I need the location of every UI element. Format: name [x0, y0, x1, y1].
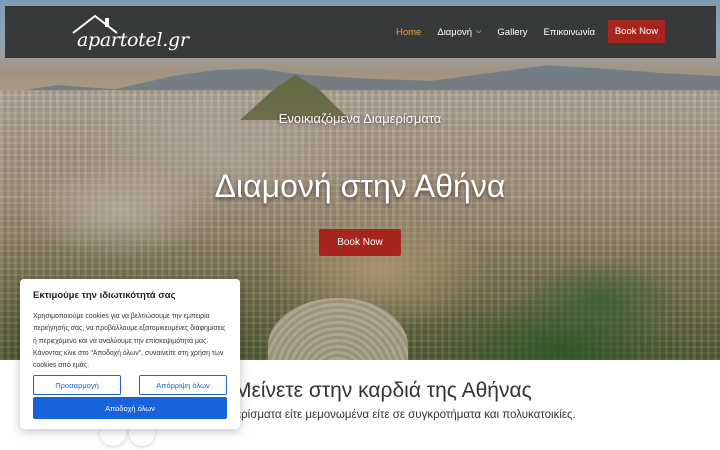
hero-title: Διαμονή στην Αθήνα [214, 168, 506, 204]
site-logo[interactable]: apartotel.gr [71, 13, 189, 53]
nav-item-stay[interactable]: Διαμονή ⌵ [437, 27, 481, 38]
cookie-consent-panel: Εκτιμούμε την ιδιωτικότητά σας Χρησιμοπο… [20, 279, 240, 429]
cookie-accept-all-button[interactable]: Αποδοχή όλων [33, 397, 227, 419]
nav-item-label: Διαμονή [437, 26, 473, 38]
cookie-customize-button[interactable]: Προσαρμογή [33, 375, 121, 395]
nav-item-label: Επικοινωνία [543, 26, 596, 38]
cookie-button-row: Προσαρμογή Απόρριψη όλων [33, 375, 227, 395]
chevron-down-icon: ⌵ [476, 28, 482, 35]
nav-item-label: Home [396, 26, 422, 38]
nav-item-home[interactable]: Home [396, 27, 421, 38]
cookie-text: Χρησιμοποιούμε cookies για να βελτιώσουμ… [33, 313, 226, 370]
site-header: apartotel.gr Home Διαμονή ⌵ Gallery Επικ… [5, 6, 716, 58]
hero-book-now-button[interactable]: Book Now [319, 229, 401, 256]
header-book-now-button[interactable]: Book Now [608, 20, 665, 43]
hero-subtitle: Ενοικιαζόμενα Διαμερίσματα [278, 111, 442, 126]
section-text: ερίσματα είτε μεμονωμένα είτε σε συγκροτ… [236, 409, 576, 421]
nav-item-label: Gallery [497, 26, 528, 38]
main-nav: Home Διαμονή ⌵ Gallery Επικοινωνία [396, 6, 611, 58]
section-title: Μείνετε στην καρδιά της Αθήνας [234, 379, 532, 402]
cookie-reject-all-button[interactable]: Απόρριψη όλων [139, 375, 227, 395]
cookie-title: Εκτιμούμε την ιδιωτικότητά σας [33, 290, 176, 301]
nav-item-contact[interactable]: Επικοινωνία [544, 27, 596, 38]
logo-text: apartotel.gr [77, 29, 189, 51]
nav-item-gallery[interactable]: Gallery [497, 27, 527, 38]
